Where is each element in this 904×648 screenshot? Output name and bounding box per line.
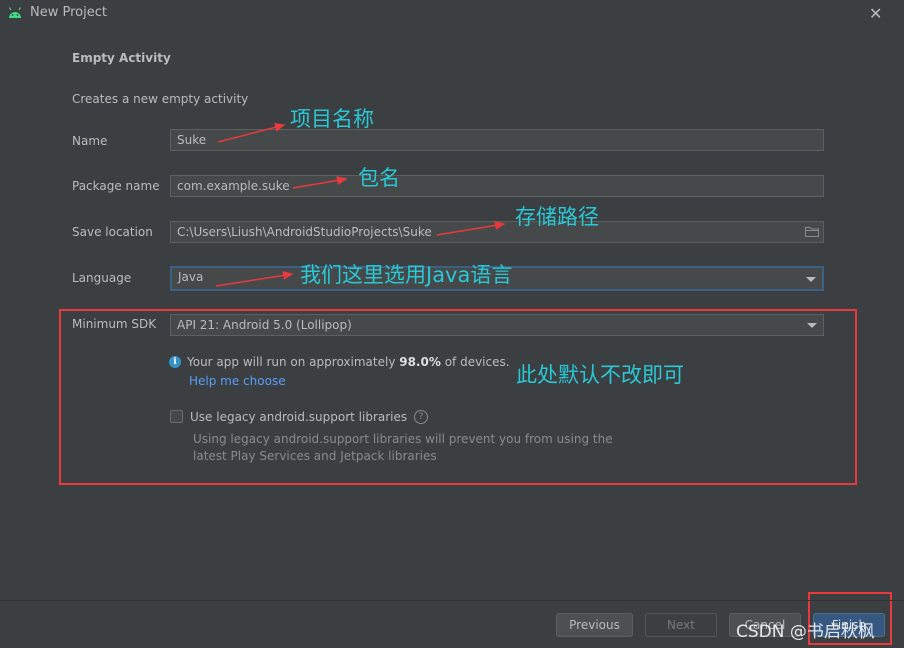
help-me-choose-link[interactable]: Help me choose — [189, 374, 286, 388]
minimum-sdk-label: Minimum SDK — [72, 317, 157, 331]
language-label: Language — [72, 271, 132, 285]
legacy-support-label[interactable]: Use legacy android.support libraries — [190, 410, 407, 424]
chevron-down-icon — [807, 323, 817, 328]
annotation-save-location: 存储路径 — [515, 205, 599, 229]
package-name-label: Package name — [72, 179, 160, 193]
annotation-language: 我们这里选用Java语言 — [300, 263, 513, 287]
window-title: New Project — [30, 5, 107, 20]
section-title: Empty Activity — [72, 51, 171, 65]
package-name-input[interactable] — [170, 175, 824, 197]
legacy-support-checkbox[interactable] — [170, 410, 183, 423]
title-bar: New Project ✕ — [0, 0, 904, 26]
cancel-button[interactable]: Cancel — [729, 613, 801, 637]
section-description: Creates a new empty activity — [72, 92, 249, 106]
name-label: Name — [72, 134, 108, 148]
chevron-down-icon — [806, 277, 816, 282]
next-button[interactable]: Next — [645, 613, 717, 637]
save-location-field[interactable]: C:\Users\Liush\AndroidStudioProjects\Suk… — [170, 221, 824, 243]
info-icon: i — [169, 356, 181, 368]
save-location-label: Save location — [72, 225, 153, 239]
android-icon — [8, 7, 22, 18]
name-input[interactable] — [170, 129, 824, 151]
annotation-package-name: 包名 — [358, 166, 400, 190]
close-icon[interactable]: ✕ — [869, 4, 882, 23]
minimum-sdk-dropdown[interactable]: API 21: Android 5.0 (Lollipop) — [170, 314, 824, 336]
annotation-project-name: 项目名称 — [290, 107, 374, 131]
save-location-value: C:\Users\Liush\AndroidStudioProjects\Suk… — [177, 225, 432, 239]
previous-button[interactable]: Previous — [556, 613, 633, 637]
folder-icon[interactable] — [805, 226, 819, 237]
help-question-icon[interactable]: ? — [414, 410, 428, 424]
coverage-percent: 98.0% — [399, 355, 441, 369]
language-value: Java — [178, 270, 204, 284]
minimum-sdk-value: API 21: Android 5.0 (Lollipop) — [177, 318, 352, 332]
annotation-sdk: 此处默认不改即可 — [516, 363, 684, 387]
device-coverage-text: Your app will run on approximately 98.0%… — [187, 355, 510, 369]
footer-divider — [0, 600, 904, 601]
legacy-support-description: Using legacy android.support libraries w… — [193, 432, 613, 463]
finish-button[interactable]: Finish — [813, 613, 885, 637]
